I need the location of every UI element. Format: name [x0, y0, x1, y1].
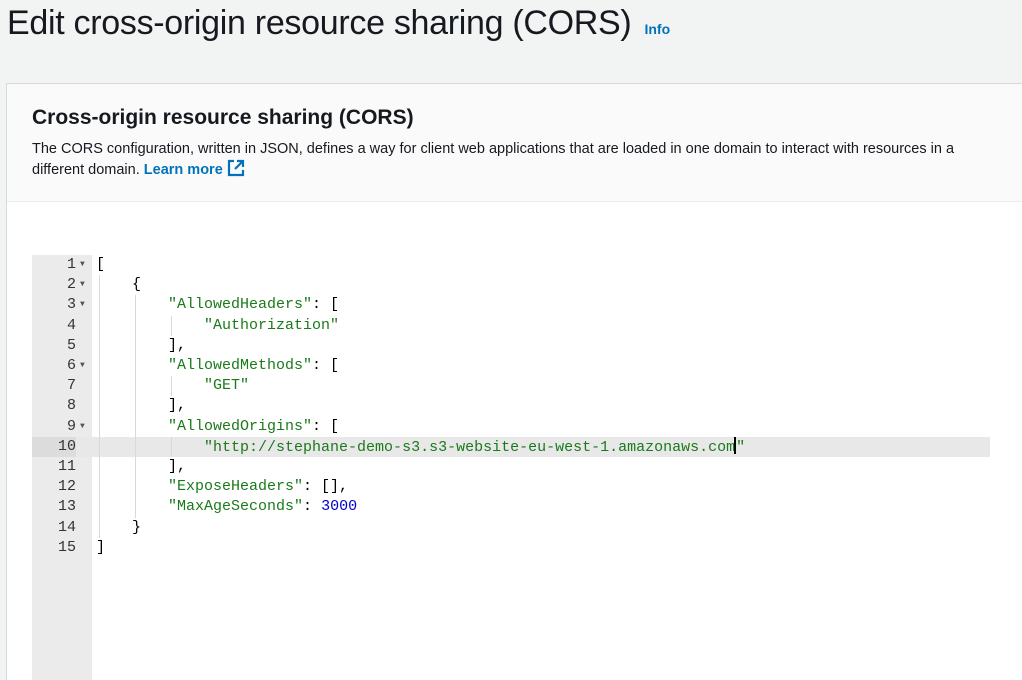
code-line[interactable]: 10 "http://stephane-demo-s3.s3-website-e… — [32, 436, 990, 458]
code-line[interactable]: 9 ▼ "AllowedOrigins": [ — [32, 417, 990, 437]
json-string: "ExposeHeaders" — [168, 478, 304, 496]
line-number: 4 — [66, 316, 76, 334]
line-number: 7 — [66, 377, 76, 395]
code-line[interactable]: 13 "MaxAgeSeconds": 3000 — [32, 497, 990, 517]
code-text[interactable]: { — [96, 275, 141, 295]
fold-arrow-icon[interactable]: ▼ — [80, 275, 85, 295]
json-string: "MaxAgeSeconds" — [168, 498, 304, 516]
line-number: 12 — [57, 478, 76, 496]
line-number: 14 — [57, 518, 76, 536]
json-string: "AllowedMethods" — [168, 357, 313, 374]
learn-more-label[interactable]: Learn more — [144, 162, 223, 178]
line-number: 15 — [57, 538, 76, 556]
code-line[interactable]: 7 "GET" — [32, 376, 990, 396]
line-number: 1 — [66, 256, 76, 273]
json-string: "AllowedOrigins" — [168, 417, 313, 435]
cors-panel: Cross-origin resource sharing (CORS) The… — [6, 83, 1022, 680]
code-line[interactable]: 6 ▼ "AllowedMethods": [ — [32, 356, 990, 376]
code-text[interactable]: "http://stephane-demo-s3.s3-website-eu-w… — [96, 436, 746, 458]
fold-arrow-icon[interactable]: ▼ — [80, 417, 85, 437]
indent-guide — [171, 315, 172, 336]
json-punctuation: : [ — [312, 357, 340, 374]
indent-guide — [171, 376, 172, 397]
code-text[interactable]: "ExposeHeaders": [], — [96, 477, 348, 497]
code-line[interactable]: 3 ▼ "AllowedHeaders": [ — [32, 295, 990, 315]
json-punctuation: ], — [168, 336, 187, 354]
json-string: "http://stephane-demo-s3.s3-website-eu-w… — [204, 438, 736, 456]
json-punctuation: ], — [168, 397, 187, 415]
json-punctuation: : [ — [312, 296, 340, 314]
code-line[interactable]: 2 ▼ { — [32, 275, 990, 295]
line-number: 2 — [66, 276, 76, 294]
code-line[interactable]: 8 ], — [32, 396, 990, 416]
json-code-editor[interactable]: 1 ▼[2 ▼ {3 ▼ "AllowedHeaders": [4 "Authoriz… — [32, 255, 990, 680]
indent-guide — [135, 295, 136, 518]
json-punctuation: { — [132, 276, 142, 294]
info-link[interactable]: Info — [644, 21, 670, 37]
line-number: 5 — [66, 336, 76, 354]
code-text[interactable]: [ — [96, 255, 105, 275]
code-text[interactable]: ], — [96, 336, 186, 356]
line-number: 11 — [57, 458, 76, 475]
line-number: 3 — [66, 296, 76, 314]
line-number: 6 — [66, 357, 76, 374]
code-text[interactable]: "GET" — [96, 376, 249, 396]
code-text[interactable]: ], — [96, 396, 186, 416]
line-number: 9 — [66, 417, 76, 435]
fold-arrow-icon[interactable]: ▼ — [80, 356, 85, 376]
code-text[interactable]: "AllowedMethods": [ — [96, 356, 339, 376]
line-number: 13 — [57, 498, 76, 516]
panel-description: The CORS configuration, written in JSON,… — [32, 139, 997, 183]
indent-guide — [99, 275, 100, 538]
line-number: 8 — [66, 397, 76, 415]
json-punctuation: ] — [96, 538, 106, 556]
code-line[interactable]: 12 "ExposeHeaders": [], — [32, 477, 990, 497]
code-text[interactable]: ] — [96, 538, 105, 558]
indent-guide — [171, 436, 172, 457]
code-text[interactable]: } — [96, 518, 141, 538]
json-punctuation: : [], — [303, 478, 349, 496]
external-link-icon[interactable] — [227, 159, 245, 183]
json-punctuation: : — [303, 498, 322, 516]
code-text[interactable]: "AllowedHeaders": [ — [96, 295, 339, 315]
fold-arrow-icon[interactable]: ▼ — [80, 295, 85, 315]
json-string: " — [736, 438, 746, 456]
json-string: "GET" — [204, 377, 250, 395]
page-header: Edit cross-origin resource sharing (CORS… — [7, 4, 670, 54]
code-line[interactable]: 15] — [32, 538, 990, 558]
code-text[interactable]: "Authorization" — [96, 316, 339, 336]
page-title: Edit cross-origin resource sharing (CORS… — [7, 4, 632, 42]
fold-arrow-icon[interactable]: ▼ — [80, 255, 85, 275]
json-punctuation: } — [132, 518, 142, 536]
json-punctuation: [ — [96, 256, 106, 273]
json-punctuation: ], — [168, 458, 187, 475]
json-string: "AllowedHeaders" — [168, 296, 313, 314]
code-line[interactable]: 5 ], — [32, 336, 990, 356]
code-line[interactable]: 1 ▼ [ — [32, 255, 990, 275]
line-number: 10 — [32, 436, 76, 457]
json-punctuation: : [ — [312, 417, 340, 435]
learn-more-link[interactable]: Learn more — [144, 159, 245, 178]
code-line[interactable]: 11 ], — [32, 457, 990, 477]
json-string: "Authorization" — [204, 316, 340, 334]
code-line[interactable]: 4 "Authorization" — [32, 316, 990, 336]
panel-title: Cross-origin resource sharing (CORS) — [32, 106, 414, 129]
code-text[interactable]: ], — [96, 457, 186, 477]
json-number: 3000 — [321, 498, 358, 516]
panel-header: Cross-origin resource sharing (CORS) The… — [7, 84, 1022, 202]
code-text[interactable]: "AllowedOrigins": [ — [96, 417, 339, 437]
code-line[interactable]: 14 } — [32, 518, 990, 538]
